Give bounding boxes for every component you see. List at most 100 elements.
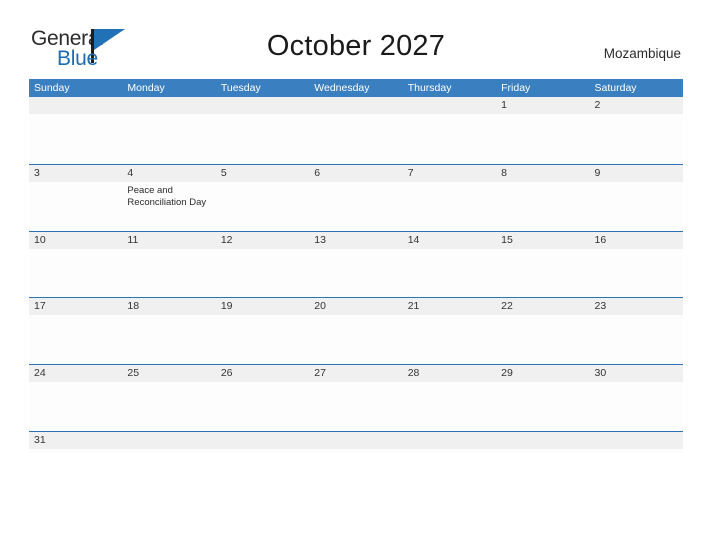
calendar-week-row: 10 11 12 13 14 15 16	[29, 230, 683, 298]
day-number[interactable]: 9	[590, 165, 683, 182]
day-number[interactable]: 7	[403, 165, 496, 182]
day-cell[interactable]	[122, 249, 215, 298]
day-cell[interactable]: Peace and Reconciliation Day	[122, 182, 215, 231]
day-number[interactable]	[496, 432, 589, 449]
day-cell[interactable]	[29, 315, 122, 364]
day-cell[interactable]	[309, 249, 402, 298]
day-cell[interactable]	[309, 114, 402, 163]
day-number[interactable]: 12	[216, 232, 309, 249]
day-number[interactable]: 1	[496, 97, 589, 114]
day-cell[interactable]	[496, 249, 589, 298]
weekday-header-wednesday: Wednesday	[314, 82, 370, 94]
day-number[interactable]	[216, 432, 309, 449]
day-cell[interactable]	[216, 182, 309, 231]
day-number[interactable]: 19	[216, 298, 309, 315]
day-number[interactable]: 16	[590, 232, 683, 249]
day-number[interactable]: 28	[403, 365, 496, 382]
day-number[interactable]	[122, 432, 215, 449]
day-number[interactable]	[403, 432, 496, 449]
day-number[interactable]	[309, 432, 402, 449]
day-cell[interactable]	[590, 182, 683, 231]
day-number[interactable]: 2	[590, 97, 683, 114]
day-number[interactable]: 14	[403, 232, 496, 249]
day-cell[interactable]	[122, 315, 215, 364]
day-number[interactable]: 11	[122, 232, 215, 249]
day-number[interactable]	[29, 97, 122, 114]
day-cell[interactable]	[496, 114, 589, 163]
day-cell[interactable]	[29, 114, 122, 163]
day-number[interactable]: 15	[496, 232, 589, 249]
day-cell[interactable]	[496, 182, 589, 231]
page-header: General Blue October 2027 Mozambique	[0, 0, 712, 76]
day-cell[interactable]	[216, 249, 309, 298]
week-date-strip: 24 25 26 27 28 29 30	[29, 365, 683, 383]
day-number[interactable]: 8	[496, 165, 589, 182]
day-cell[interactable]	[29, 249, 122, 298]
day-cell[interactable]	[216, 382, 309, 431]
weekday-header-sunday: Sunday	[34, 82, 70, 94]
day-number[interactable]: 24	[29, 365, 122, 382]
day-number[interactable]: 17	[29, 298, 122, 315]
day-number[interactable]: 10	[29, 232, 122, 249]
day-cell[interactable]	[590, 114, 683, 163]
day-number[interactable]: 30	[590, 365, 683, 382]
day-cell[interactable]	[496, 315, 589, 364]
day-number[interactable]: 5	[216, 165, 309, 182]
day-number[interactable]	[403, 97, 496, 114]
day-cell[interactable]	[590, 382, 683, 431]
day-number[interactable]: 25	[122, 365, 215, 382]
day-number[interactable]	[590, 432, 683, 449]
day-cell[interactable]	[403, 315, 496, 364]
day-cell[interactable]	[590, 249, 683, 298]
day-cell[interactable]	[403, 114, 496, 163]
weekday-header-row: Sunday Monday Tuesday Wednesday Thursday…	[29, 79, 683, 97]
day-cell[interactable]	[403, 249, 496, 298]
day-cell[interactable]	[122, 382, 215, 431]
day-number[interactable]: 29	[496, 365, 589, 382]
calendar-week-row: 24 25 26 27 28 29 30	[29, 364, 683, 432]
week-date-strip: 1 2	[29, 97, 683, 114]
day-number[interactable]: 26	[216, 365, 309, 382]
calendar-grid: Sunday Monday Tuesday Wednesday Thursday…	[29, 79, 683, 453]
day-number[interactable]: 13	[309, 232, 402, 249]
day-cell[interactable]	[403, 182, 496, 231]
day-cell[interactable]	[216, 315, 309, 364]
day-cell[interactable]	[309, 315, 402, 364]
day-number[interactable]: 23	[590, 298, 683, 315]
day-number[interactable]: 4	[122, 165, 215, 182]
week-event-strip: Peace and Reconciliation Day	[29, 181, 683, 231]
day-cell[interactable]	[590, 315, 683, 364]
weekday-header-monday: Monday	[127, 82, 165, 94]
week-event-strip	[29, 315, 683, 365]
day-cell[interactable]	[496, 382, 589, 431]
day-cell[interactable]	[309, 382, 402, 431]
country-label: Mozambique	[603, 46, 681, 61]
day-cell[interactable]	[216, 114, 309, 163]
day-number[interactable]: 20	[309, 298, 402, 315]
week-date-strip: 17 18 19 20 21 22 23	[29, 298, 683, 316]
calendar-week-row: 3 4 5 6 7 8 9 Peace and Reconciliation D…	[29, 163, 683, 231]
day-cell[interactable]	[309, 182, 402, 231]
day-number[interactable]: 27	[309, 365, 402, 382]
week-event-strip	[29, 114, 683, 163]
day-number[interactable]: 18	[122, 298, 215, 315]
day-cell[interactable]	[122, 114, 215, 163]
day-cell[interactable]	[29, 182, 122, 231]
week-date-strip: 3 4 5 6 7 8 9	[29, 164, 683, 182]
day-number[interactable]	[122, 97, 215, 114]
day-cell[interactable]	[29, 382, 122, 431]
day-number[interactable]: 21	[403, 298, 496, 315]
day-number[interactable]: 22	[496, 298, 589, 315]
day-number[interactable]	[309, 97, 402, 114]
weekday-header-tuesday: Tuesday	[220, 82, 261, 94]
calendar-week-row: 31	[29, 430, 683, 453]
weekday-header-thursday: Thursday	[407, 82, 452, 94]
day-cell[interactable]	[403, 382, 496, 431]
day-number[interactable]: 6	[309, 165, 402, 182]
day-number[interactable]: 31	[29, 432, 122, 449]
weekday-header-saturday: Saturday	[594, 82, 637, 94]
calendar-week-row: 17 18 19 20 21 22 23	[29, 297, 683, 365]
day-number[interactable]: 3	[29, 165, 122, 182]
day-number[interactable]	[216, 97, 309, 114]
week-date-strip: 31	[29, 431, 683, 449]
